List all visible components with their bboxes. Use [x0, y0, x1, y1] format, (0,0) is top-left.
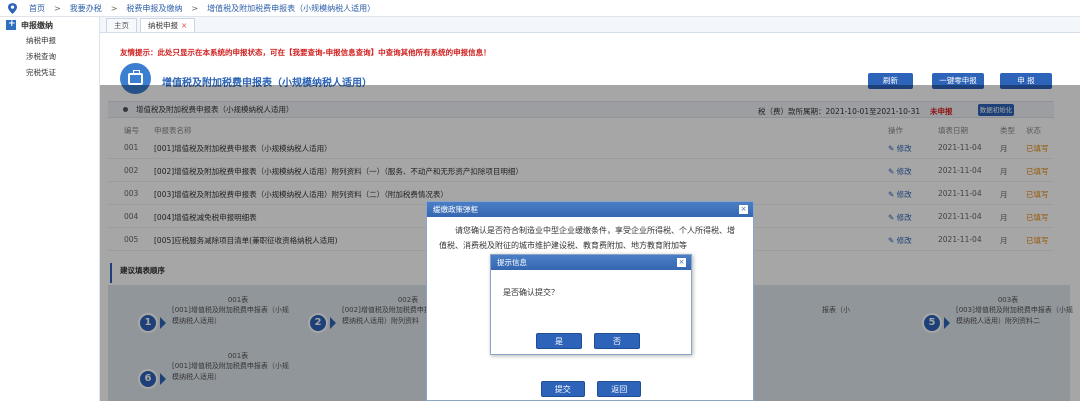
sidebar-item-query[interactable]: 涉税查询: [0, 49, 99, 65]
close-icon[interactable]: ×: [181, 21, 187, 30]
close-icon[interactable]: ×: [739, 205, 748, 214]
dialog-header: 缓缴政策弹框 ×: [427, 202, 753, 217]
sidebar-item-declare[interactable]: 纳税申报: [0, 33, 99, 49]
confirm-dialog: 提示信息 × 是否确认提交？ 是 否: [490, 254, 692, 355]
breadcrumb-separator: >: [54, 3, 61, 13]
dialog-body: 请您确认是否符合制造业中型企业缓缴条件，享受企业所得税、个人所得税、增值税、消费…: [439, 226, 735, 250]
breadcrumb-tax[interactable]: 我要办税: [70, 3, 102, 14]
tab-home[interactable]: 主页: [106, 18, 137, 32]
breadcrumb-separator: >: [110, 3, 118, 13]
yes-button[interactable]: 是: [536, 333, 582, 349]
dialog-title: 提示信息: [497, 258, 527, 267]
no-button[interactable]: 否: [594, 333, 640, 349]
submit-button[interactable]: 提交: [540, 381, 585, 397]
breadcrumb-current: 增值税及附加税费申报表（小规模纳税人适用）: [207, 3, 376, 13]
sidebar-item-certificate[interactable]: 完税凭证: [0, 65, 99, 81]
breadcrumb-declare[interactable]: 税费申报及缴纳: [126, 3, 182, 14]
sidebar-title[interactable]: 申报缴纳: [0, 17, 99, 33]
dialog-header: 提示信息 ×: [491, 255, 691, 270]
close-icon[interactable]: ×: [677, 258, 686, 267]
tab-bar: 主页 纳税申报 ×: [100, 17, 1080, 33]
expand-icon: [6, 19, 16, 30]
sidebar: 申报缴纳 纳税申报 涉税查询 完税凭证: [0, 17, 100, 401]
notice-text: 友情提示：此处只显示在本系统的申报状态，可在【我要查询-申报信息查询】中查询其他…: [120, 48, 491, 57]
dialog-buttons: 提交 返回: [427, 381, 755, 397]
location-pin-icon: [8, 2, 17, 14]
back-button[interactable]: 返回: [597, 381, 642, 397]
tab-declare[interactable]: 纳税申报 ×: [140, 18, 196, 32]
sidebar-title-label: 申报缴纳: [21, 20, 53, 30]
breadcrumb-separator: >: [191, 3, 199, 13]
breadcrumb: 首页 > 我要办税 > 税费申报及缴纳 > 增值税及附加税费申报表（小规模纳税人…: [0, 0, 1080, 17]
dialog-title: 缓缴政策弹框: [433, 205, 478, 214]
breadcrumb-home[interactable]: 首页: [29, 3, 45, 14]
confirm-message: 是否确认提交？: [503, 288, 559, 297]
